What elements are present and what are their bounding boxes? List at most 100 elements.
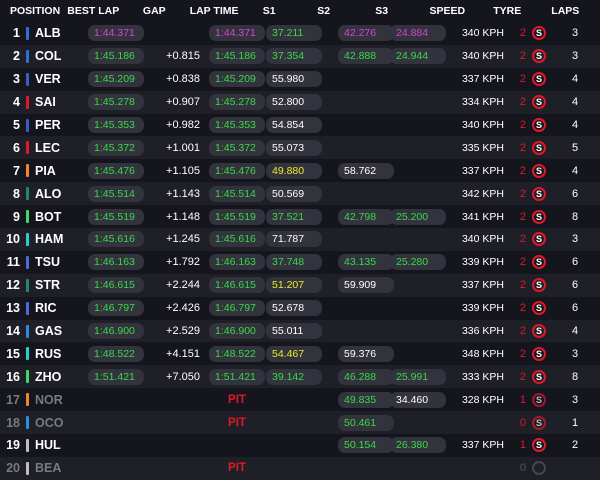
driver-row[interactable]: 5 PER 1:45.353 +0.982 1:45.353 54.854 340 KPH 2…	[0, 113, 600, 137]
team-color-bar	[26, 118, 29, 132]
lap-time-cell: 1:45.519	[208, 205, 266, 228]
s1-cell: 37.211	[266, 22, 328, 45]
position-number: 4	[13, 95, 20, 110]
gap-cell: +0.815	[156, 45, 208, 68]
laps-value: 4	[571, 325, 579, 338]
driver-row[interactable]: 7 PIA 1:45.476 +1.105 1:45.476 49.880 58.762 33…	[0, 159, 600, 183]
s1-cell: 54.854	[266, 114, 328, 137]
soft-tyre-icon: S	[532, 26, 546, 41]
gap-cell	[156, 434, 208, 457]
s3-cell: 34.460	[390, 388, 448, 411]
lap-time-cell: 1:51.421	[208, 365, 266, 388]
driver-row[interactable]: 20 BEA PIT 0	[0, 456, 600, 480]
best-lap-value: 1:46.900	[88, 323, 144, 340]
soft-tyre-icon: S	[532, 392, 546, 407]
driver-row[interactable]: 14 GAS 1:46.900 +2.529 1:46.900 55.011 336 KPH…	[0, 319, 600, 343]
header-speed: SPEED	[429, 5, 466, 17]
s2-value: 59.909	[338, 277, 394, 294]
gap-cell: +1.792	[156, 251, 208, 274]
driver-row[interactable]: 13 RIC 1:46.797 +2.426 1:46.797 52.678 339 KPH…	[0, 296, 600, 320]
driver-row[interactable]: 1 ALB 1:44.371 1:44.371 37.211 42.276 24.884 34…	[0, 22, 600, 45]
s1-cell: 52.678	[266, 297, 328, 320]
best-lap-cell	[88, 411, 156, 434]
s3-cell	[390, 114, 448, 137]
team-color-bar	[26, 187, 29, 201]
driver-code: BEA	[35, 461, 62, 476]
lap-time-value: 1:51.421	[209, 368, 265, 385]
s2-value: 49.835	[338, 391, 394, 408]
driver-row[interactable]: 6 LEC 1:45.372 +1.001 1:45.372 55.073 335 KPH 2…	[0, 136, 600, 160]
best-lap-cell: 1:46.900	[88, 320, 156, 343]
driver-row[interactable]: 19 HUL 50.154 26.380 337 KPH 1 S 2	[0, 434, 600, 457]
best-lap-cell: 1:46.163	[88, 251, 156, 274]
tyre-age: 2	[519, 370, 526, 383]
gap-cell	[156, 457, 208, 480]
lap-time-value: 1:46.615	[209, 277, 265, 294]
gap-value: +2.426	[166, 302, 200, 315]
lap-time-value: 1:45.476	[209, 162, 265, 179]
driver-row[interactable]: 18 OCO PIT 50.461 0 S 1	[0, 411, 600, 435]
laps-cell: 4	[550, 320, 600, 343]
speed-cell: 341 KPH	[448, 205, 512, 228]
driver-row[interactable]: 3 VER 1:45.209 +0.838 1:45.209 55.980 337 KPH 2…	[0, 67, 600, 91]
s1-cell: 55.980	[266, 68, 328, 91]
best-lap-cell: 1:48.522	[88, 342, 156, 365]
position-number: 16	[6, 369, 20, 384]
driver-row[interactable]: 16 ZHO 1:51.421 +7.050 1:51.421 39.142 46.288 2…	[0, 365, 600, 389]
driver-row[interactable]: 15 RUS 1:48.522 +4.151 1:48.522 54.467 59.376 3…	[0, 342, 600, 366]
gap-value: +0.815	[166, 50, 200, 63]
gap-value: +1.001	[166, 141, 200, 154]
tyre-age: 2	[519, 27, 526, 40]
driver-row[interactable]: 8 ALO 1:45.514 +1.143 1:45.514 50.569 342 KPH 2…	[0, 182, 600, 206]
lap-time-cell: 1:45.372	[208, 136, 266, 159]
s1-cell	[266, 457, 328, 480]
lap-time-cell: 1:46.615	[208, 274, 266, 297]
driver-row[interactable]: 17 NOR PIT 49.835 34.460 328 KPH 1 S 3	[0, 388, 600, 412]
position-number: 19	[6, 438, 20, 453]
soft-tyre-icon: S	[532, 346, 546, 361]
gap-cell: +1.143	[156, 182, 208, 205]
speed-cell: 340 KPH	[448, 45, 512, 68]
driver-code: COL	[35, 49, 62, 64]
laps-value: 8	[571, 210, 579, 223]
driver-cell: NOR	[26, 388, 88, 411]
driver-row[interactable]: 11 TSU 1:46.163 +1.792 1:46.163 37.748 43.135 2…	[0, 250, 600, 274]
tyre-age: 2	[519, 256, 526, 269]
driver-row[interactable]: 9 BOT 1:45.519 +1.148 1:45.519 37.521 42.798 25…	[0, 205, 600, 229]
gap-cell: +2.244	[156, 274, 208, 297]
lap-time-value: 1:46.797	[209, 300, 265, 317]
lap-time-value: 1:44.371	[209, 25, 265, 42]
s1-value: 52.800	[266, 94, 322, 111]
soft-tyre-icon: S	[532, 255, 546, 270]
driver-row[interactable]: 12 STR 1:46.615 +2.244 1:46.615 51.207 59.909 3…	[0, 273, 600, 297]
driver-row[interactable]: 10 HAM 1:45.616 +1.245 1:45.616 71.787 340 KPH…	[0, 228, 600, 251]
tyre-age: 2	[519, 73, 526, 86]
driver-cell: OCO	[26, 411, 88, 434]
tyre-cell: 2S	[512, 182, 550, 205]
position-number: 17	[6, 392, 20, 407]
s1-value: 37.354	[266, 48, 322, 65]
laps-value: 4	[571, 164, 579, 177]
driver-row[interactable]: 2 COL 1:45.186 +0.815 1:45.186 37.354 42.888 24…	[0, 44, 600, 68]
position-number: 7	[13, 163, 20, 178]
s3-cell	[390, 297, 448, 320]
s1-cell: 39.142	[266, 365, 328, 388]
team-color-bar	[26, 347, 29, 361]
soft-tyre-icon: S	[532, 438, 546, 453]
driver-row[interactable]: 4 SAI 1:45.278 +0.907 1:45.278 52.800 334 KPH 2…	[0, 90, 600, 114]
speed-cell: 335 KPH	[448, 136, 512, 159]
team-color-bar	[26, 141, 29, 155]
laps-value: 6	[571, 302, 579, 315]
s3-value: 24.884	[390, 25, 446, 42]
driver-code: SAI	[35, 95, 56, 110]
laps-cell: 4	[550, 114, 600, 137]
gap-value: +2.529	[166, 325, 200, 338]
s1-value: 51.207	[266, 277, 322, 294]
laps-cell: 3	[550, 45, 600, 68]
laps-cell: 4	[550, 159, 600, 182]
soft-tyre-icon: S	[532, 118, 546, 132]
speed-cell: 342 KPH	[448, 182, 512, 205]
s2-value: 42.798	[338, 208, 394, 225]
position-number: 6	[13, 140, 20, 155]
lap-time-value: 1:45.616	[209, 231, 265, 248]
